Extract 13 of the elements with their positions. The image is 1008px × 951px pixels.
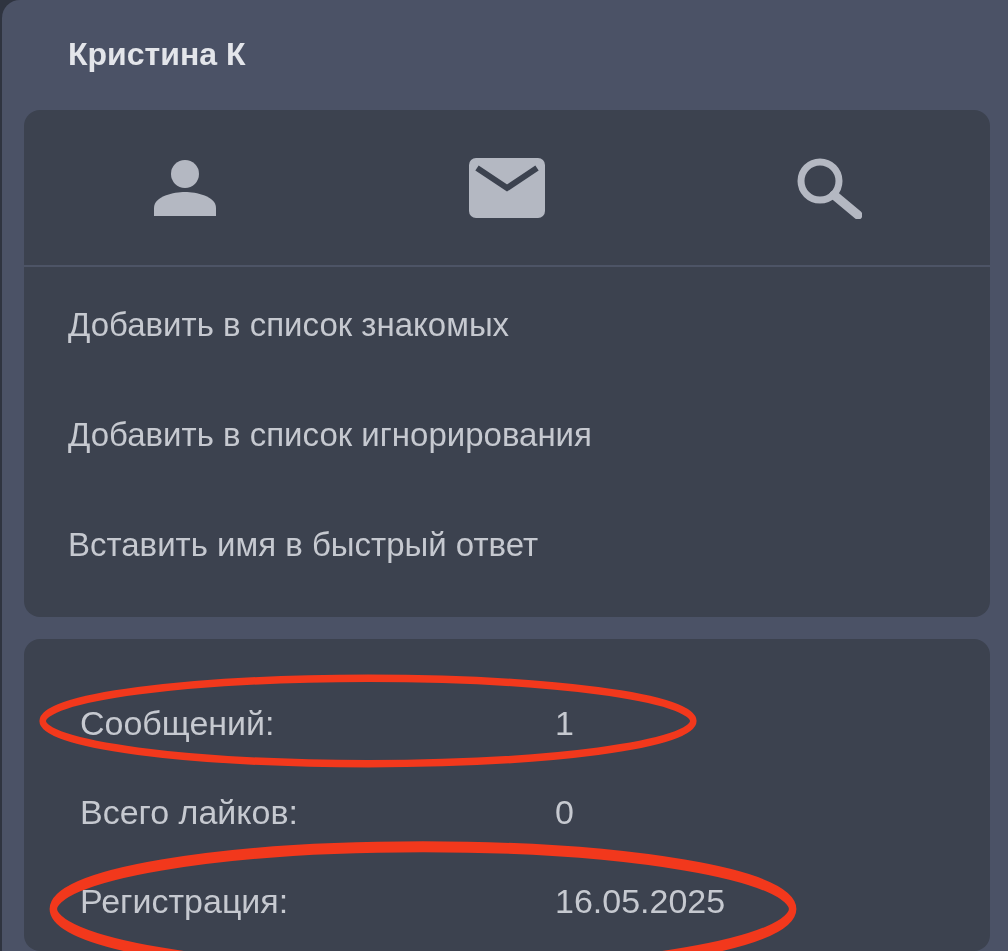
stat-value: 1 (555, 704, 574, 743)
person-icon[interactable] (154, 159, 216, 216)
stat-label: Регистрация: (80, 882, 290, 921)
stat-value: 0 (555, 793, 574, 832)
user-name: Кристина К (67, 35, 247, 74)
stat-label: Всего лайков: (80, 793, 299, 832)
menu-item[interactable]: Добавить в список игнорирования (24, 387, 990, 497)
envelope-icon[interactable] (469, 157, 545, 218)
menu-item[interactable]: Вставить имя в быстрый ответ (24, 497, 990, 607)
menu-item[interactable]: Добавить в список знакомых (24, 277, 990, 387)
stat-value: 16.05.2025 (555, 882, 726, 921)
search-icon[interactable] (796, 156, 862, 219)
stat-label: Сообщений: (80, 704, 276, 743)
